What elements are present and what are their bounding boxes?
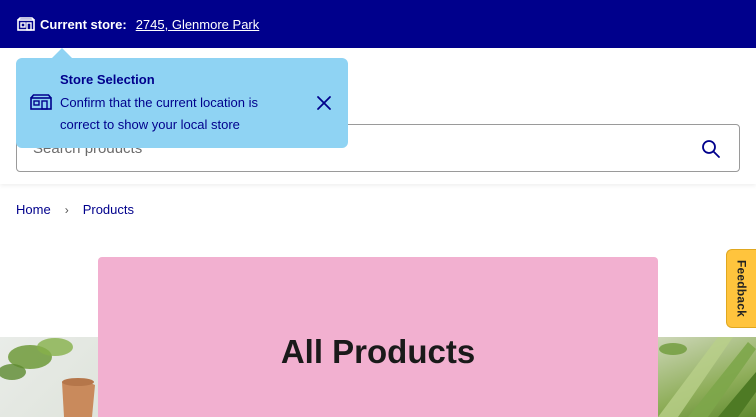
store-bar: Current store: 2745, Glenmore Park <box>0 0 756 48</box>
popover-title: Store Selection <box>60 72 155 87</box>
store-selection-popover: Store Selection Confirm that the current… <box>16 48 348 148</box>
hero-image-right <box>658 337 756 417</box>
breadcrumb-current: Products <box>82 202 134 217</box>
store-icon <box>30 94 52 110</box>
breadcrumb: Home › Products <box>16 202 134 217</box>
close-icon[interactable] <box>316 95 332 111</box>
store-icon <box>17 17 35 31</box>
current-store-link[interactable]: 2745, Glenmore Park <box>136 17 260 32</box>
popover-message: Confirm that the current location is cor… <box>60 95 258 132</box>
breadcrumb-home[interactable]: Home <box>16 202 51 217</box>
feedback-label: Feedback <box>734 260 749 317</box>
current-store-label: Current store: <box>40 16 127 32</box>
hero-banner: All Products <box>98 257 658 417</box>
hero-image-left <box>0 337 98 417</box>
breadcrumb-separator: › <box>64 202 69 217</box>
feedback-tab[interactable]: Feedback <box>726 249 756 328</box>
page-title: All Products <box>280 333 476 370</box>
search-icon[interactable] <box>701 139 721 159</box>
